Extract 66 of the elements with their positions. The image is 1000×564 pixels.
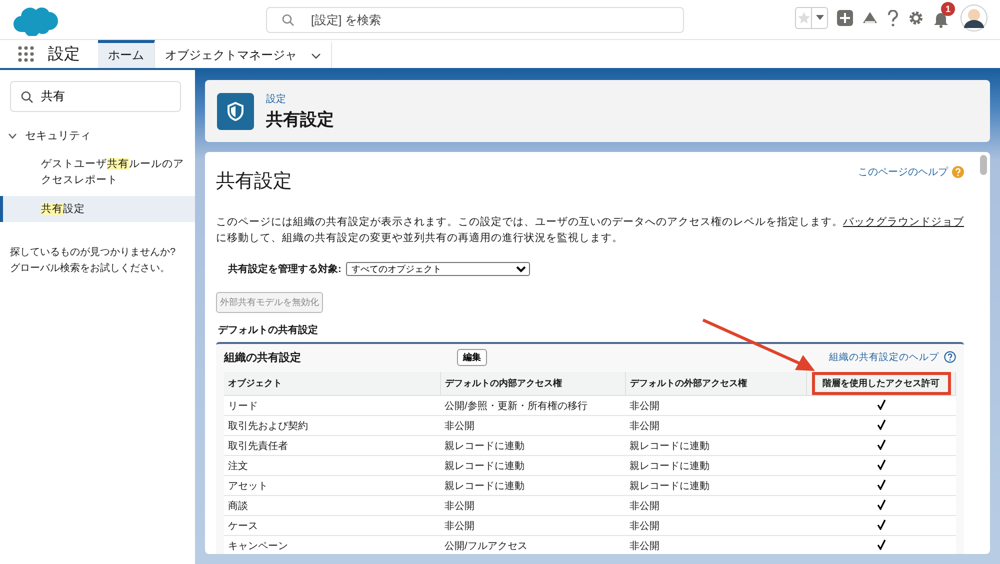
tree-item[interactable]: 共有設定 (0, 196, 195, 222)
plus-icon[interactable] (837, 10, 853, 26)
column-header[interactable]: オブジェクト (228, 378, 282, 388)
column-header[interactable]: 階層を使用したアクセス許可 (812, 372, 950, 395)
nav-tab[interactable]: オブジェクトマネージャ (155, 40, 332, 68)
table-cell: 親レコードに連動 (626, 476, 806, 496)
table-cell: 非公開 (626, 496, 806, 516)
table-cell: 商談 (224, 496, 440, 516)
table-cell: 親レコードに連動 (440, 476, 626, 496)
shield-icon (217, 92, 254, 130)
page-title: 共有設定 (266, 108, 334, 130)
background-jobs-link[interactable]: バックグラウンドジョブ (843, 216, 964, 228)
table-cell: 注文 (224, 456, 440, 476)
scrollbar-thumb[interactable] (980, 155, 987, 175)
favorites-button[interactable] (795, 7, 828, 29)
trailhead-icon[interactable] (862, 10, 878, 26)
caret-icon[interactable] (816, 15, 824, 21)
breadcrumb-link[interactable]: 設定 (266, 92, 334, 106)
table-cell: 非公開 (440, 496, 626, 516)
table-cell: 親レコードに連動 (440, 436, 626, 456)
manage-label: 共有設定を管理する対象: (228, 262, 342, 276)
search-icon (282, 14, 294, 26)
table-cell: 親レコードに連動 (440, 456, 626, 476)
quick-find-field[interactable]: 共有 (10, 81, 181, 112)
section-title: デフォルトの共有設定 (218, 323, 319, 337)
table-cell: ケース (224, 516, 440, 536)
panel-title: 組織の共有設定 (224, 350, 302, 364)
settings-icon[interactable] (908, 10, 924, 26)
star-icon[interactable] (796, 11, 810, 25)
table-cell: 非公開 (440, 516, 626, 536)
description-text: このページには組織の共有設定が表示されます。この設定では、ユーザの互いのデータへのアクセス権のレベルを指定します。バックグラウンドジョブ に移動して、組織の共有設定の変更や並列共有の再適用の進行状況を監視します。 (216, 215, 964, 246)
edit-button[interactable]: 編集 (457, 348, 487, 366)
tree-node[interactable]: セキュリティ (25, 128, 91, 143)
table-cell: 公開/参照・更新・所有権の移行 (440, 396, 626, 416)
hint-text: グローバル検索をお試しください。 (10, 262, 171, 276)
notification-badge: 1 (941, 2, 955, 16)
help-icon[interactable] (944, 351, 956, 363)
hint-text: 探しているものが見つかりませんか? (10, 246, 177, 260)
table-cell: 取引先および契約 (224, 416, 440, 436)
table-cell: リード (224, 396, 440, 416)
chevron-icon[interactable] (311, 52, 321, 58)
help-icon[interactable] (887, 10, 899, 26)
table-cell: アセット (224, 476, 440, 496)
search-field[interactable]: [設定] を検索 (266, 7, 684, 33)
tree-item[interactable]: ゲストユーザ共有ルールのアクセスレポート (0, 151, 195, 193)
table-cell: 親レコードに連動 (626, 456, 806, 476)
table-cell: キャンペーン (224, 536, 440, 554)
table-cell: 親レコードに連動 (626, 436, 806, 456)
app-name: 設定 (48, 44, 80, 64)
nav-tab[interactable]: ホーム (98, 40, 155, 68)
app-launcher-icon[interactable] (18, 46, 34, 62)
table-cell: 非公開 (440, 416, 626, 436)
table-cell: 非公開 (626, 536, 806, 554)
section-heading: 共有設定 (216, 170, 292, 194)
chevron-icon[interactable] (8, 132, 17, 138)
table-cell: 公開/フルアクセス (440, 536, 626, 554)
object-dropdown[interactable]: すべてのオブジェクト (346, 262, 530, 276)
bell-icon[interactable] (933, 10, 949, 28)
search-icon (21, 91, 33, 103)
help-link[interactable]: 組織の共有設定のヘルプ (829, 350, 939, 364)
avatar-icon[interactable] (960, 4, 988, 32)
help-link[interactable]: このページのヘルプ (858, 165, 948, 179)
table-cell: 非公開 (626, 416, 806, 436)
table-cell: 非公開 (626, 396, 806, 416)
table-cell: 取引先責任者 (224, 436, 440, 456)
table-cell: 非公開 (626, 516, 806, 536)
